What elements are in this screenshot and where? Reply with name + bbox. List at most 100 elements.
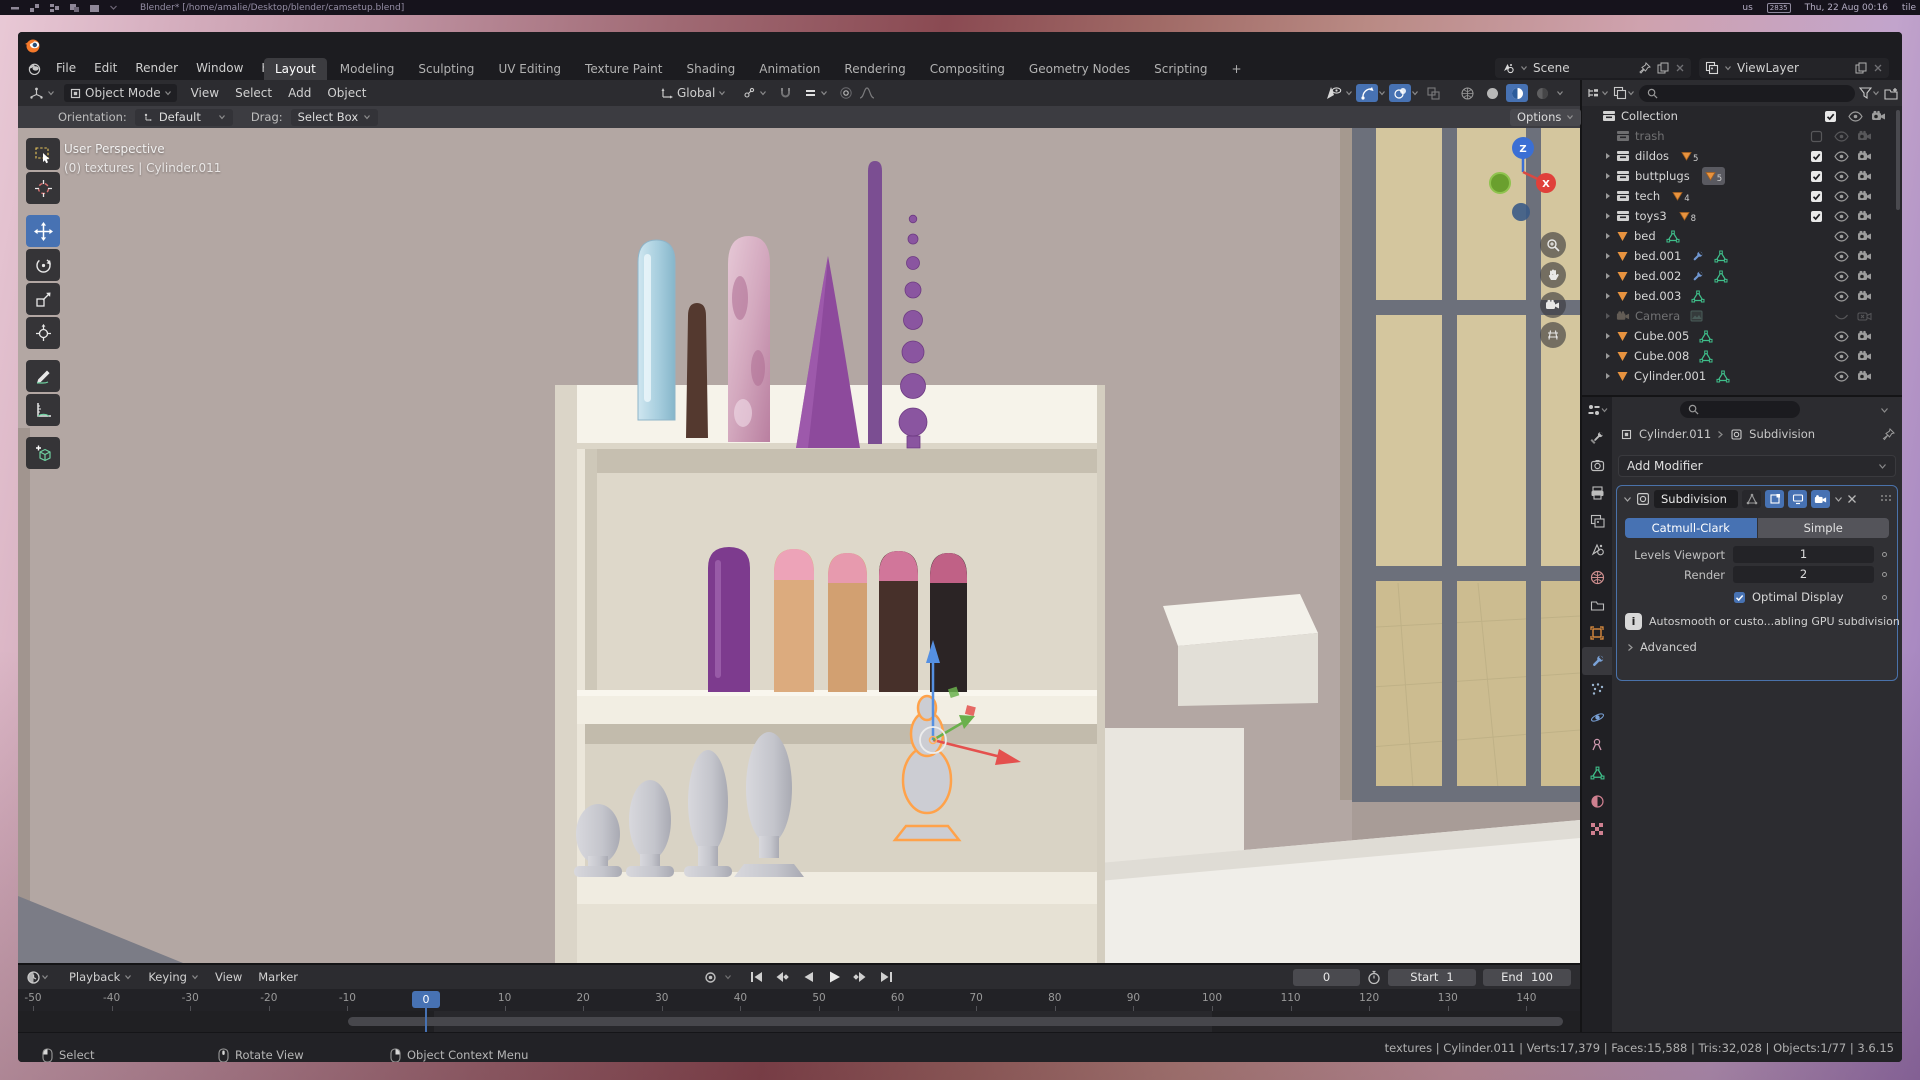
animate-dot[interactable] xyxy=(1882,572,1887,577)
eye-toggle[interactable] xyxy=(1834,171,1849,182)
preview-range-icon[interactable] xyxy=(1367,970,1381,985)
outliner-row-bed-003[interactable]: bed.003 xyxy=(1582,286,1902,306)
levels-viewport-field[interactable]: 1 xyxy=(1733,546,1874,563)
checkbox-checked-toggle[interactable] xyxy=(1810,190,1823,203)
optimal-display-checkbox[interactable] xyxy=(1733,591,1746,604)
collapse-panel-icon[interactable] xyxy=(1623,495,1632,504)
tool-scale-button[interactable] xyxy=(26,283,60,315)
outliner-row-toys3[interactable]: toys38 xyxy=(1582,206,1902,226)
properties-tab-render[interactable] xyxy=(1582,451,1612,479)
new-collection-button[interactable] xyxy=(1884,87,1898,100)
expand-icon[interactable] xyxy=(1604,272,1612,280)
transform-orientation-dropdown[interactable]: Global xyxy=(655,84,731,102)
options-button[interactable]: Options xyxy=(1510,109,1581,126)
workspace-tab-uv-editing[interactable]: UV Editing xyxy=(487,58,572,80)
checkbox-checked-toggle[interactable] xyxy=(1810,150,1823,163)
viewport-menu-add[interactable]: Add xyxy=(280,83,319,103)
axis-gizmo[interactable]: Z X xyxy=(1478,128,1573,228)
outliner-row-trash[interactable]: trash xyxy=(1582,126,1902,146)
properties-tab-scene[interactable] xyxy=(1582,535,1612,563)
play-button[interactable] xyxy=(822,968,846,986)
modifier-render-toggle[interactable] xyxy=(1811,490,1830,508)
animate-dot[interactable] xyxy=(1882,595,1887,600)
animate-dot[interactable] xyxy=(1882,552,1887,557)
viewport-menu-object[interactable]: Object xyxy=(319,83,374,103)
overlays-dropdown[interactable] xyxy=(1389,84,1419,102)
eye-toggle[interactable] xyxy=(1834,331,1849,342)
frame-end-field[interactable]: End100 xyxy=(1483,969,1571,986)
camera-toggle[interactable] xyxy=(1857,250,1872,262)
tool-transform-button[interactable] xyxy=(26,317,60,349)
play-reverse-button[interactable] xyxy=(796,968,820,986)
eye-toggle[interactable] xyxy=(1834,211,1849,222)
camera-toggle[interactable] xyxy=(1857,290,1872,302)
timeline-scrollbar[interactable] xyxy=(348,1017,1563,1026)
wm-workspace-icons[interactable] xyxy=(0,3,128,13)
tool-add-cube-button[interactable] xyxy=(26,437,60,469)
workspace-tab-sculpting[interactable]: Sculpting xyxy=(407,58,485,80)
properties-tab-material[interactable] xyxy=(1582,787,1612,815)
timeline-ruler[interactable]: -50-40-30-20-101020304050607080901001101… xyxy=(18,989,1580,1011)
outliner-row-bed[interactable]: bed xyxy=(1582,226,1902,246)
viewport-canvas[interactable]: User Perspective (0) textures | Cylinder… xyxy=(18,128,1580,963)
properties-tab-tool[interactable] xyxy=(1582,423,1612,451)
timeline-track[interactable] xyxy=(18,1011,1580,1032)
viewport-menu-view[interactable]: View xyxy=(183,83,227,103)
properties-tab-collection[interactable] xyxy=(1582,591,1612,619)
camera-toggle[interactable] xyxy=(1857,230,1872,242)
outliner-row-bed-001[interactable]: bed.001 xyxy=(1582,246,1902,266)
timeline-menu-keying[interactable]: Keying xyxy=(140,967,207,987)
timeline-menu-marker[interactable]: Marker xyxy=(250,967,306,987)
outliner-search-input[interactable] xyxy=(1639,85,1855,102)
snap-with-dropdown[interactable] xyxy=(799,85,833,102)
expand-icon[interactable] xyxy=(1604,172,1612,180)
blender-menu-icon[interactable] xyxy=(26,60,43,77)
timeline-menu-playback[interactable]: Playback xyxy=(61,967,140,987)
workspace-tab-animation[interactable]: Animation xyxy=(748,58,831,80)
camera-disabled-toggle[interactable] xyxy=(1857,310,1872,322)
outliner-scrollbar[interactable] xyxy=(1896,110,1900,210)
properties-tab-constraints[interactable] xyxy=(1582,731,1612,759)
tool-move-button[interactable] xyxy=(26,215,60,247)
remove-view-layer-icon[interactable] xyxy=(1873,63,1883,73)
editor-type-selector[interactable] xyxy=(24,84,60,103)
modifier-editmode-toggle[interactable] xyxy=(1765,490,1784,508)
modifier-realtime-toggle[interactable] xyxy=(1788,490,1807,508)
modifier-oncage-toggle[interactable] xyxy=(1742,490,1761,508)
pivot-point-dropdown[interactable] xyxy=(737,84,772,102)
camera-toggle[interactable] xyxy=(1857,270,1872,282)
eye-toggle[interactable] xyxy=(1834,191,1849,202)
new-scene-icon[interactable] xyxy=(1657,62,1669,74)
tool-select-box-button[interactable] xyxy=(26,138,60,170)
add-workspace-button[interactable]: + xyxy=(1221,58,1253,80)
expand-icon[interactable] xyxy=(1604,212,1612,220)
camera-toggle[interactable] xyxy=(1857,350,1872,362)
current-frame-badge[interactable]: 0 xyxy=(412,991,440,1008)
proportional-editing-icon[interactable] xyxy=(839,86,853,100)
pin-icon[interactable] xyxy=(1639,62,1651,74)
camera-toggle[interactable] xyxy=(1871,110,1886,122)
modifier-name-field[interactable]: Subdivision xyxy=(1654,490,1738,508)
properties-tab-view-layer[interactable] xyxy=(1582,507,1612,535)
eye-toggle[interactable] xyxy=(1834,231,1849,242)
subdivision-type-simple[interactable]: Simple xyxy=(1758,518,1890,538)
outliner-row-dildos[interactable]: dildos5 xyxy=(1582,146,1902,166)
workspace-tab-shading[interactable]: Shading xyxy=(675,58,746,80)
expand-icon[interactable] xyxy=(1604,372,1612,380)
drag-dropdown[interactable]: Select Box xyxy=(291,109,379,126)
properties-tab-object[interactable] xyxy=(1582,619,1612,647)
viewport-menu-select[interactable]: Select xyxy=(227,83,280,103)
tool-measure-button[interactable] xyxy=(26,394,60,426)
object-visibility-dropdown[interactable] xyxy=(1323,84,1353,102)
frame-start-field[interactable]: Start1 xyxy=(1388,969,1476,986)
menu-file[interactable]: File xyxy=(47,57,85,79)
snap-magnet-icon[interactable] xyxy=(778,86,793,101)
eye-toggle[interactable] xyxy=(1848,111,1863,122)
editor-type-selector[interactable] xyxy=(1586,86,1609,101)
properties-tab-modifiers[interactable] xyxy=(1582,647,1612,675)
checkbox-checked-toggle[interactable] xyxy=(1810,210,1823,223)
close-modifier-icon[interactable] xyxy=(1847,494,1857,504)
properties-tab-texture[interactable] xyxy=(1582,815,1612,843)
orientation-dropdown[interactable]: Default xyxy=(135,109,233,126)
next-keyframe-button[interactable] xyxy=(848,968,872,986)
